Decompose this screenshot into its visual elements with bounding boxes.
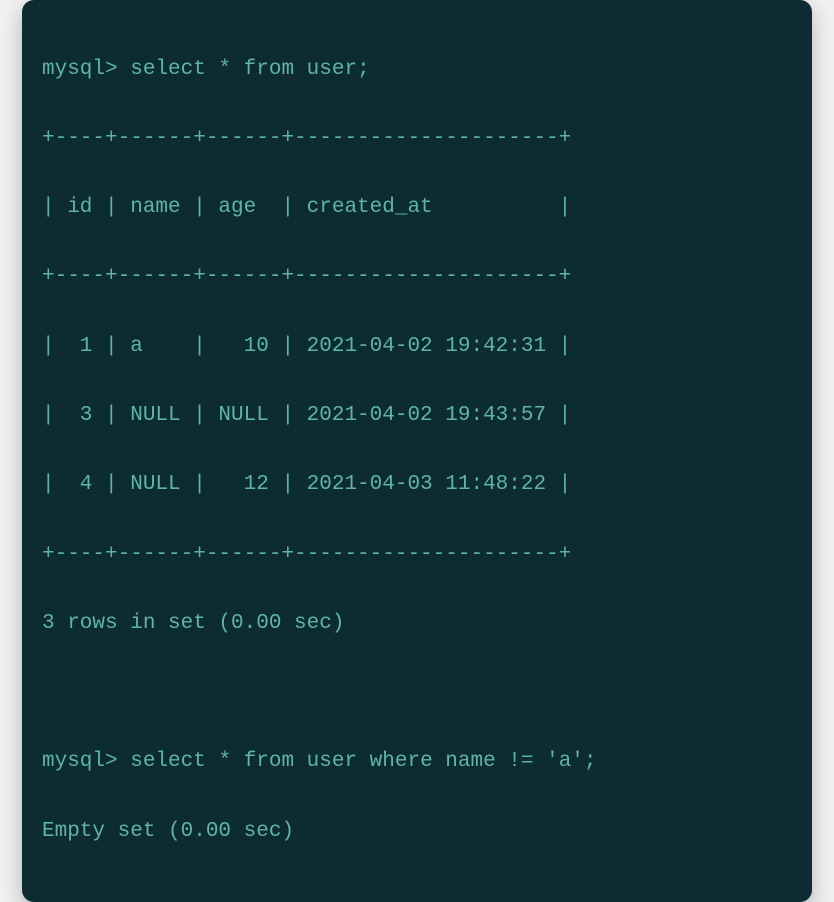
- query-line-2: mysql> select * from user where name != …: [42, 745, 792, 780]
- table-border-top: +----+------+------+--------------------…: [42, 122, 792, 157]
- prompt: mysql>: [42, 58, 118, 81]
- table-border-mid: +----+------+------+--------------------…: [42, 260, 792, 295]
- terminal-window: mysql> select * from user; +----+------+…: [22, 0, 812, 902]
- table-header: | id | name | age | created_at |: [42, 191, 792, 226]
- sql-query-1: select * from user;: [130, 58, 369, 81]
- query-line-1: mysql> select * from user;: [42, 53, 792, 88]
- result-summary-1: 3 rows in set (0.00 sec): [42, 607, 792, 642]
- table-row: | 1 | a | 10 | 2021-04-02 19:42:31 |: [42, 330, 792, 365]
- table-row: | 4 | NULL | 12 | 2021-04-03 11:48:22 |: [42, 468, 792, 503]
- table-border-bottom: +----+------+------+--------------------…: [42, 538, 792, 573]
- result-summary-2: Empty set (0.00 sec): [42, 815, 792, 850]
- table-row: | 3 | NULL | NULL | 2021-04-02 19:43:57 …: [42, 399, 792, 434]
- blank-line: [42, 676, 792, 711]
- prompt: mysql>: [42, 750, 118, 773]
- sql-query-2: select * from user where name != 'a';: [130, 750, 596, 773]
